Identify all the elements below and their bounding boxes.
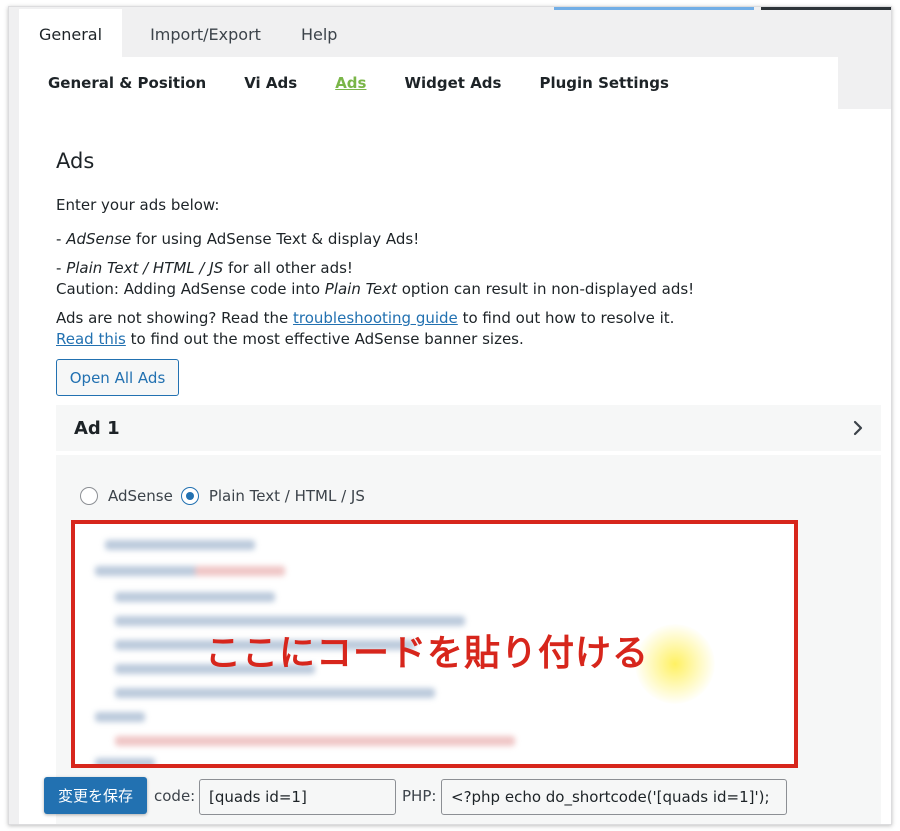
page-title: Ads xyxy=(56,149,95,173)
ad-type-selector: AdSense Plain Text / HTML / JS xyxy=(80,487,373,505)
plain-text-radio[interactable] xyxy=(180,487,199,505)
shortcode-field[interactable]: [quads id=1] xyxy=(199,779,396,815)
main-tab-bar: General Import/Export Help xyxy=(19,9,357,59)
sub-tab-bar: General & Position Vi Ads Ads Widget Ads… xyxy=(19,57,838,109)
plain-text-radio-label[interactable]: Plain Text / HTML / JS xyxy=(209,487,365,505)
save-changes-button[interactable]: 変更を保存 xyxy=(44,777,147,814)
shortcode-row: code: [quads id=1] PHP: <?php echo do_sh… xyxy=(56,775,881,815)
paste-code-here-label: ここにコードを貼り付ける xyxy=(205,633,650,674)
help-text: Ads are not showing? Read the troublesho… xyxy=(56,309,675,348)
subtab-widget-ads[interactable]: Widget Ads xyxy=(404,74,501,92)
paste-instruction-overlay: ここにコードを貼り付ける xyxy=(205,624,715,704)
settings-window: General Import/Export Help General & Pos… xyxy=(8,6,892,825)
troubleshooting-guide-link[interactable]: troubleshooting guide xyxy=(293,309,458,327)
adsense-description: - AdSense for using AdSense Text & displ… xyxy=(56,230,420,248)
plain-text-term: Plain Text / HTML / JS xyxy=(66,259,224,277)
tab-general[interactable]: General xyxy=(19,9,123,59)
caution-text: Caution: Adding AdSense code into xyxy=(56,280,325,298)
ad-title: Ad 1 xyxy=(74,417,120,439)
ad-accordion-body: AdSense Plain Text / HTML / JS ここにコードを貼り… xyxy=(56,455,881,824)
subtab-vi-ads[interactable]: Vi Ads xyxy=(244,74,297,92)
subtab-plugin-settings[interactable]: Plugin Settings xyxy=(539,74,668,92)
tab-help[interactable]: Help xyxy=(281,9,357,59)
ad-code-textarea[interactable]: ここにコードを貼り付ける xyxy=(71,520,798,768)
top-strip xyxy=(761,7,891,10)
adsense-radio-label[interactable]: AdSense xyxy=(108,487,173,505)
chevron-right-icon[interactable] xyxy=(849,418,867,438)
tab-import-export[interactable]: Import/Export xyxy=(122,9,281,59)
php-label: PHP: xyxy=(402,787,437,805)
top-strip xyxy=(554,7,754,10)
adsense-radio[interactable] xyxy=(80,487,98,505)
ads-panel: Ads Enter your ads below: - AdSense for … xyxy=(19,109,891,824)
subtab-ads[interactable]: Ads xyxy=(335,74,366,92)
shortcode-label: code: xyxy=(154,787,196,805)
php-code-field[interactable]: <?php echo do_shortcode('[quads id=1]'); xyxy=(441,779,787,815)
read-this-link[interactable]: Read this xyxy=(56,330,126,348)
plain-text-description: - Plain Text / HTML / JS for all other a… xyxy=(56,259,695,298)
open-all-ads-button[interactable]: Open All Ads xyxy=(56,359,179,396)
intro-text: Enter your ads below: xyxy=(56,196,220,214)
subtab-general-position[interactable]: General & Position xyxy=(48,74,206,92)
ad-accordion-header[interactable]: Ad 1 xyxy=(56,405,881,451)
adsense-term: AdSense xyxy=(66,230,132,248)
